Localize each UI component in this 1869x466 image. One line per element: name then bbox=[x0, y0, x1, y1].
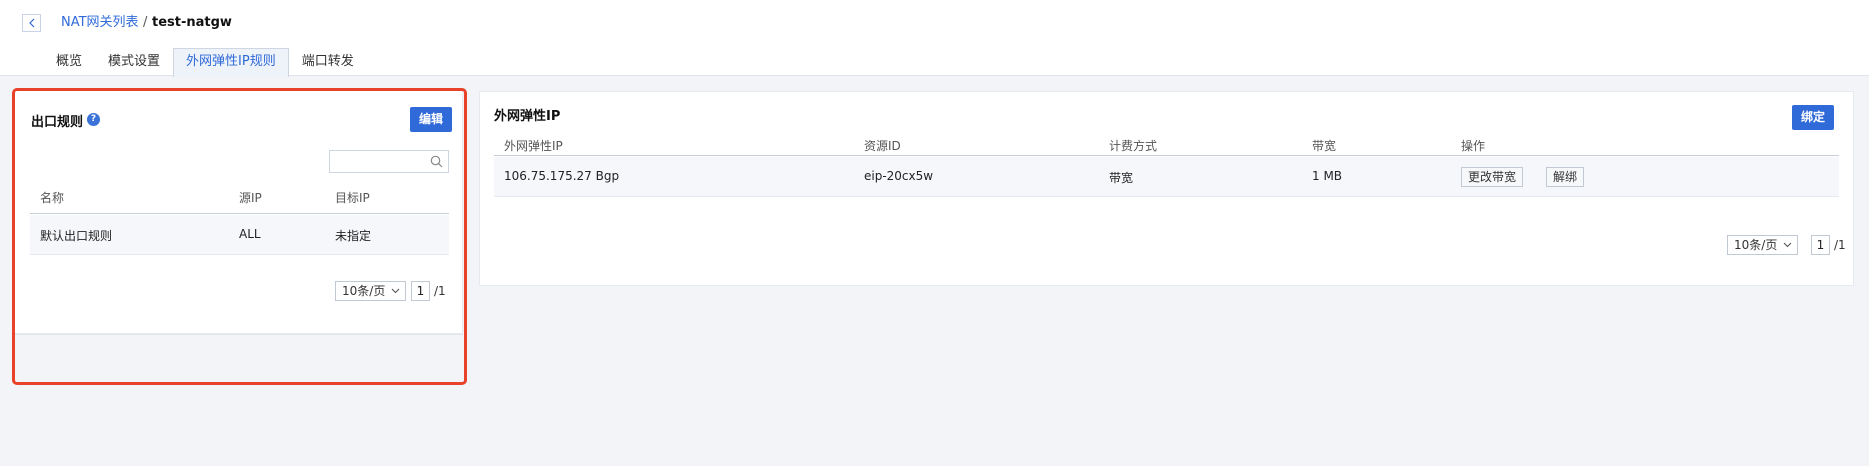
search-icon[interactable] bbox=[430, 155, 443, 168]
egress-panel-footer bbox=[14, 334, 463, 382]
breadcrumb-parent-link[interactable]: NAT网关列表 bbox=[61, 14, 139, 32]
eip-panel: 外网弹性IP 绑定 外网弹性IP 资源ID 计费方式 带宽 操作 106.75.… bbox=[479, 91, 1854, 286]
help-icon[interactable]: ? bbox=[87, 113, 100, 126]
tab-port-forwarding[interactable]: 端口转发 bbox=[289, 48, 367, 76]
tab-overview[interactable]: 概览 bbox=[43, 48, 95, 76]
egress-rules-table: 名称 源IP 目标IP 默认出口规则 ALL 未指定 bbox=[30, 186, 449, 266]
page-header: NAT网关列表 / test-natgw 概览 模式设置 外网弹性IP规则 端口… bbox=[0, 0, 1869, 77]
egress-page-total: /1 bbox=[434, 284, 446, 298]
table-row[interactable]: 106.75.175.27 Bgp eip-20cx5w 带宽 1 MB 更改带… bbox=[494, 157, 1839, 197]
column-header-eip: 外网弹性IP bbox=[504, 139, 563, 153]
breadcrumb-separator: / bbox=[143, 15, 148, 30]
rule-name: 默认出口规则 bbox=[40, 229, 113, 243]
egress-rules-title: 出口规则 bbox=[31, 115, 84, 130]
tab-mode-settings[interactable]: 模式设置 bbox=[95, 48, 173, 76]
eip-bandwidth: 1 MB bbox=[1312, 169, 1343, 183]
eip-table: 外网弹性IP 资源ID 计费方式 带宽 操作 106.75.175.27 Bgp… bbox=[494, 127, 1839, 207]
egress-rules-panel: 出口规则 ? 编辑 名称 源IP 目标IP 默认出口规则 ALL 未指定 10条… bbox=[14, 90, 463, 334]
eip-title: 外网弹性IP bbox=[494, 109, 561, 124]
chevron-left-icon bbox=[28, 18, 34, 28]
table-header-row: 名称 源IP 目标IP bbox=[30, 186, 449, 214]
egress-search-input[interactable] bbox=[330, 151, 425, 172]
eip-billing-method: 带宽 bbox=[1109, 171, 1134, 185]
eip-page-number-input[interactable]: 1 bbox=[1811, 235, 1830, 255]
egress-search-box bbox=[329, 150, 449, 173]
back-button[interactable] bbox=[22, 14, 41, 32]
eip-page-total: /1 bbox=[1834, 238, 1846, 252]
column-header-source-ip: 源IP bbox=[239, 191, 262, 205]
rule-target-ip: 未指定 bbox=[335, 229, 372, 243]
eip-address: 106.75.175.27 Bgp bbox=[504, 169, 620, 183]
chevron-down-icon bbox=[391, 288, 400, 294]
egress-page-number-input[interactable]: 1 bbox=[411, 281, 430, 301]
edit-button[interactable]: 编辑 bbox=[410, 107, 452, 132]
tab-eip-rules[interactable]: 外网弹性IP规则 bbox=[173, 48, 289, 77]
column-header-target-ip: 目标IP bbox=[335, 191, 370, 205]
column-header-actions: 操作 bbox=[1461, 139, 1486, 153]
tab-bar: 概览 模式设置 外网弹性IP规则 端口转发 bbox=[43, 48, 367, 77]
egress-page-size-select[interactable]: 10条/页 bbox=[335, 281, 406, 301]
breadcrumb-current: test-natgw bbox=[152, 15, 232, 30]
rule-source-ip: ALL bbox=[239, 227, 261, 241]
column-header-billing: 计费方式 bbox=[1109, 139, 1158, 153]
eip-page-size-select[interactable]: 10条/页 bbox=[1727, 235, 1798, 255]
page-size-label: 10条/页 bbox=[1734, 238, 1778, 252]
table-row[interactable]: 默认出口规则 ALL 未指定 bbox=[30, 215, 449, 255]
unbind-button[interactable]: 解绑 bbox=[1546, 167, 1585, 187]
column-header-name: 名称 bbox=[40, 191, 65, 205]
column-header-resource-id: 资源ID bbox=[864, 139, 901, 153]
table-header-row: 外网弹性IP 资源ID 计费方式 带宽 操作 bbox=[494, 127, 1839, 156]
page-size-label: 10条/页 bbox=[342, 284, 386, 298]
eip-resource-id: eip-20cx5w bbox=[864, 169, 934, 183]
chevron-down-icon bbox=[1783, 242, 1792, 248]
column-header-bandwidth: 带宽 bbox=[1312, 139, 1337, 153]
change-bandwidth-button[interactable]: 更改带宽 bbox=[1461, 167, 1524, 187]
